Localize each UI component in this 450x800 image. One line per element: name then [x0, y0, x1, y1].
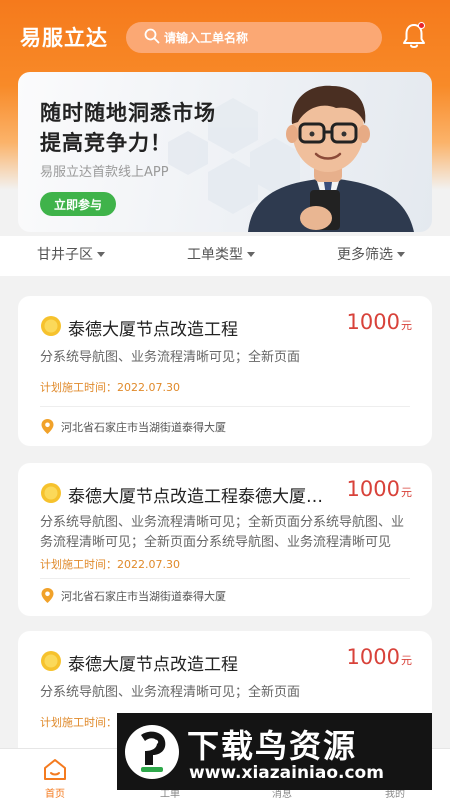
banner-headline: 随时随地洞悉市场 提高竞争力！: [40, 98, 216, 158]
order-price-unit: 元: [401, 654, 412, 667]
bird-logo-icon: [125, 725, 179, 779]
app-header: 易服立达 请输入工单名称: [0, 0, 450, 76]
banner-subtitle: 易服立达首款线上APP: [40, 165, 169, 180]
watermark-text: 下载鸟资源: [187, 727, 358, 765]
order-price-value: 1000: [346, 310, 400, 334]
order-description: 分系统导航图、业务流程清晰可见；全新页面: [40, 350, 301, 365]
card-divider: [40, 406, 410, 407]
order-location: 河北省石家庄市当湖街道泰得大厦: [40, 418, 226, 435]
tab-home[interactable]: 首页: [10, 749, 100, 800]
coin-icon: [41, 483, 61, 503]
order-time: 计划施工时间：2022.07.30: [40, 381, 180, 394]
location-pin-icon: [41, 588, 54, 603]
search-placeholder: 请输入工单名称: [164, 31, 249, 45]
banner-headline-line1: 随时随地洞悉市场: [40, 101, 216, 125]
caret-down-icon: [247, 251, 255, 257]
order-price: 1000元: [347, 310, 412, 334]
tab-home-label: 首页: [45, 789, 65, 800]
filter-more[interactable]: 更多筛选: [337, 244, 405, 264]
filter-more-label: 更多筛选: [337, 247, 393, 263]
promo-banner[interactable]: 随时随地洞悉市场 提高竞争力！ 易服立达首款线上APP 立即参与: [18, 72, 432, 232]
order-title: 泰德大厦节点改造工程: [68, 655, 238, 675]
filter-order-type[interactable]: 工单类型: [187, 244, 255, 264]
coin-icon: [41, 651, 61, 671]
order-time: 计划施工时间：2022.07.30: [40, 558, 180, 571]
banner-headline-line2: 提高竞争力！: [40, 131, 172, 155]
order-title: 泰德大厦节点改造工程泰德大厦节点改造工程: [68, 487, 338, 507]
order-location-text: 河北省石家庄市当湖街道泰得大厦: [61, 420, 226, 434]
filter-order-type-label: 工单类型: [187, 247, 243, 263]
caret-down-icon: [97, 251, 105, 257]
filter-district[interactable]: 甘井子区: [37, 244, 105, 264]
order-price-unit: 元: [401, 486, 412, 499]
filter-bar: 甘井子区 工单类型 更多筛选: [0, 236, 450, 276]
order-description: 分系统导航图、业务流程清晰可见；全新页面: [40, 685, 301, 700]
order-card[interactable]: 泰德大厦节点改造工程 1000元 分系统导航图、业务流程清晰可见；全新页面 计划…: [18, 296, 432, 446]
app-title: 易服立达: [20, 26, 108, 50]
order-price-unit: 元: [401, 319, 412, 332]
order-price-value: 1000: [346, 477, 400, 501]
filter-district-label: 甘井子区: [37, 247, 93, 263]
businessman-illustration: [248, 85, 414, 232]
order-card[interactable]: 泰德大厦节点改造工程泰德大厦节点改造工程 1000元 分系统导航图、业务流程清晰…: [18, 463, 432, 616]
order-location-text: 河北省石家庄市当湖街道泰得大厦: [61, 589, 226, 603]
search-input[interactable]: 请输入工单名称: [126, 22, 382, 53]
coin-icon: [41, 316, 61, 336]
location-pin-icon: [41, 419, 54, 434]
notification-dot: [418, 22, 425, 29]
join-button[interactable]: 立即参与: [40, 192, 116, 216]
order-title: 泰德大厦节点改造工程: [68, 320, 238, 340]
order-description: 分系统导航图、业务流程清晰可见；全新页面分系统导航图、业务流程清晰可见；全新页面…: [40, 515, 405, 550]
watermark-url: www.xiazainiao.com: [189, 763, 384, 783]
order-price-value: 1000: [346, 645, 400, 669]
order-price: 1000元: [347, 477, 412, 501]
caret-down-icon: [397, 251, 405, 257]
watermark-overlay: 下载鸟资源 www.xiazainiao.com: [117, 713, 432, 790]
card-divider: [40, 578, 410, 579]
order-price: 1000元: [347, 645, 412, 669]
search-icon: [144, 28, 160, 48]
order-location: 河北省石家庄市当湖街道泰得大厦: [40, 587, 226, 604]
home-icon: [44, 759, 66, 780]
